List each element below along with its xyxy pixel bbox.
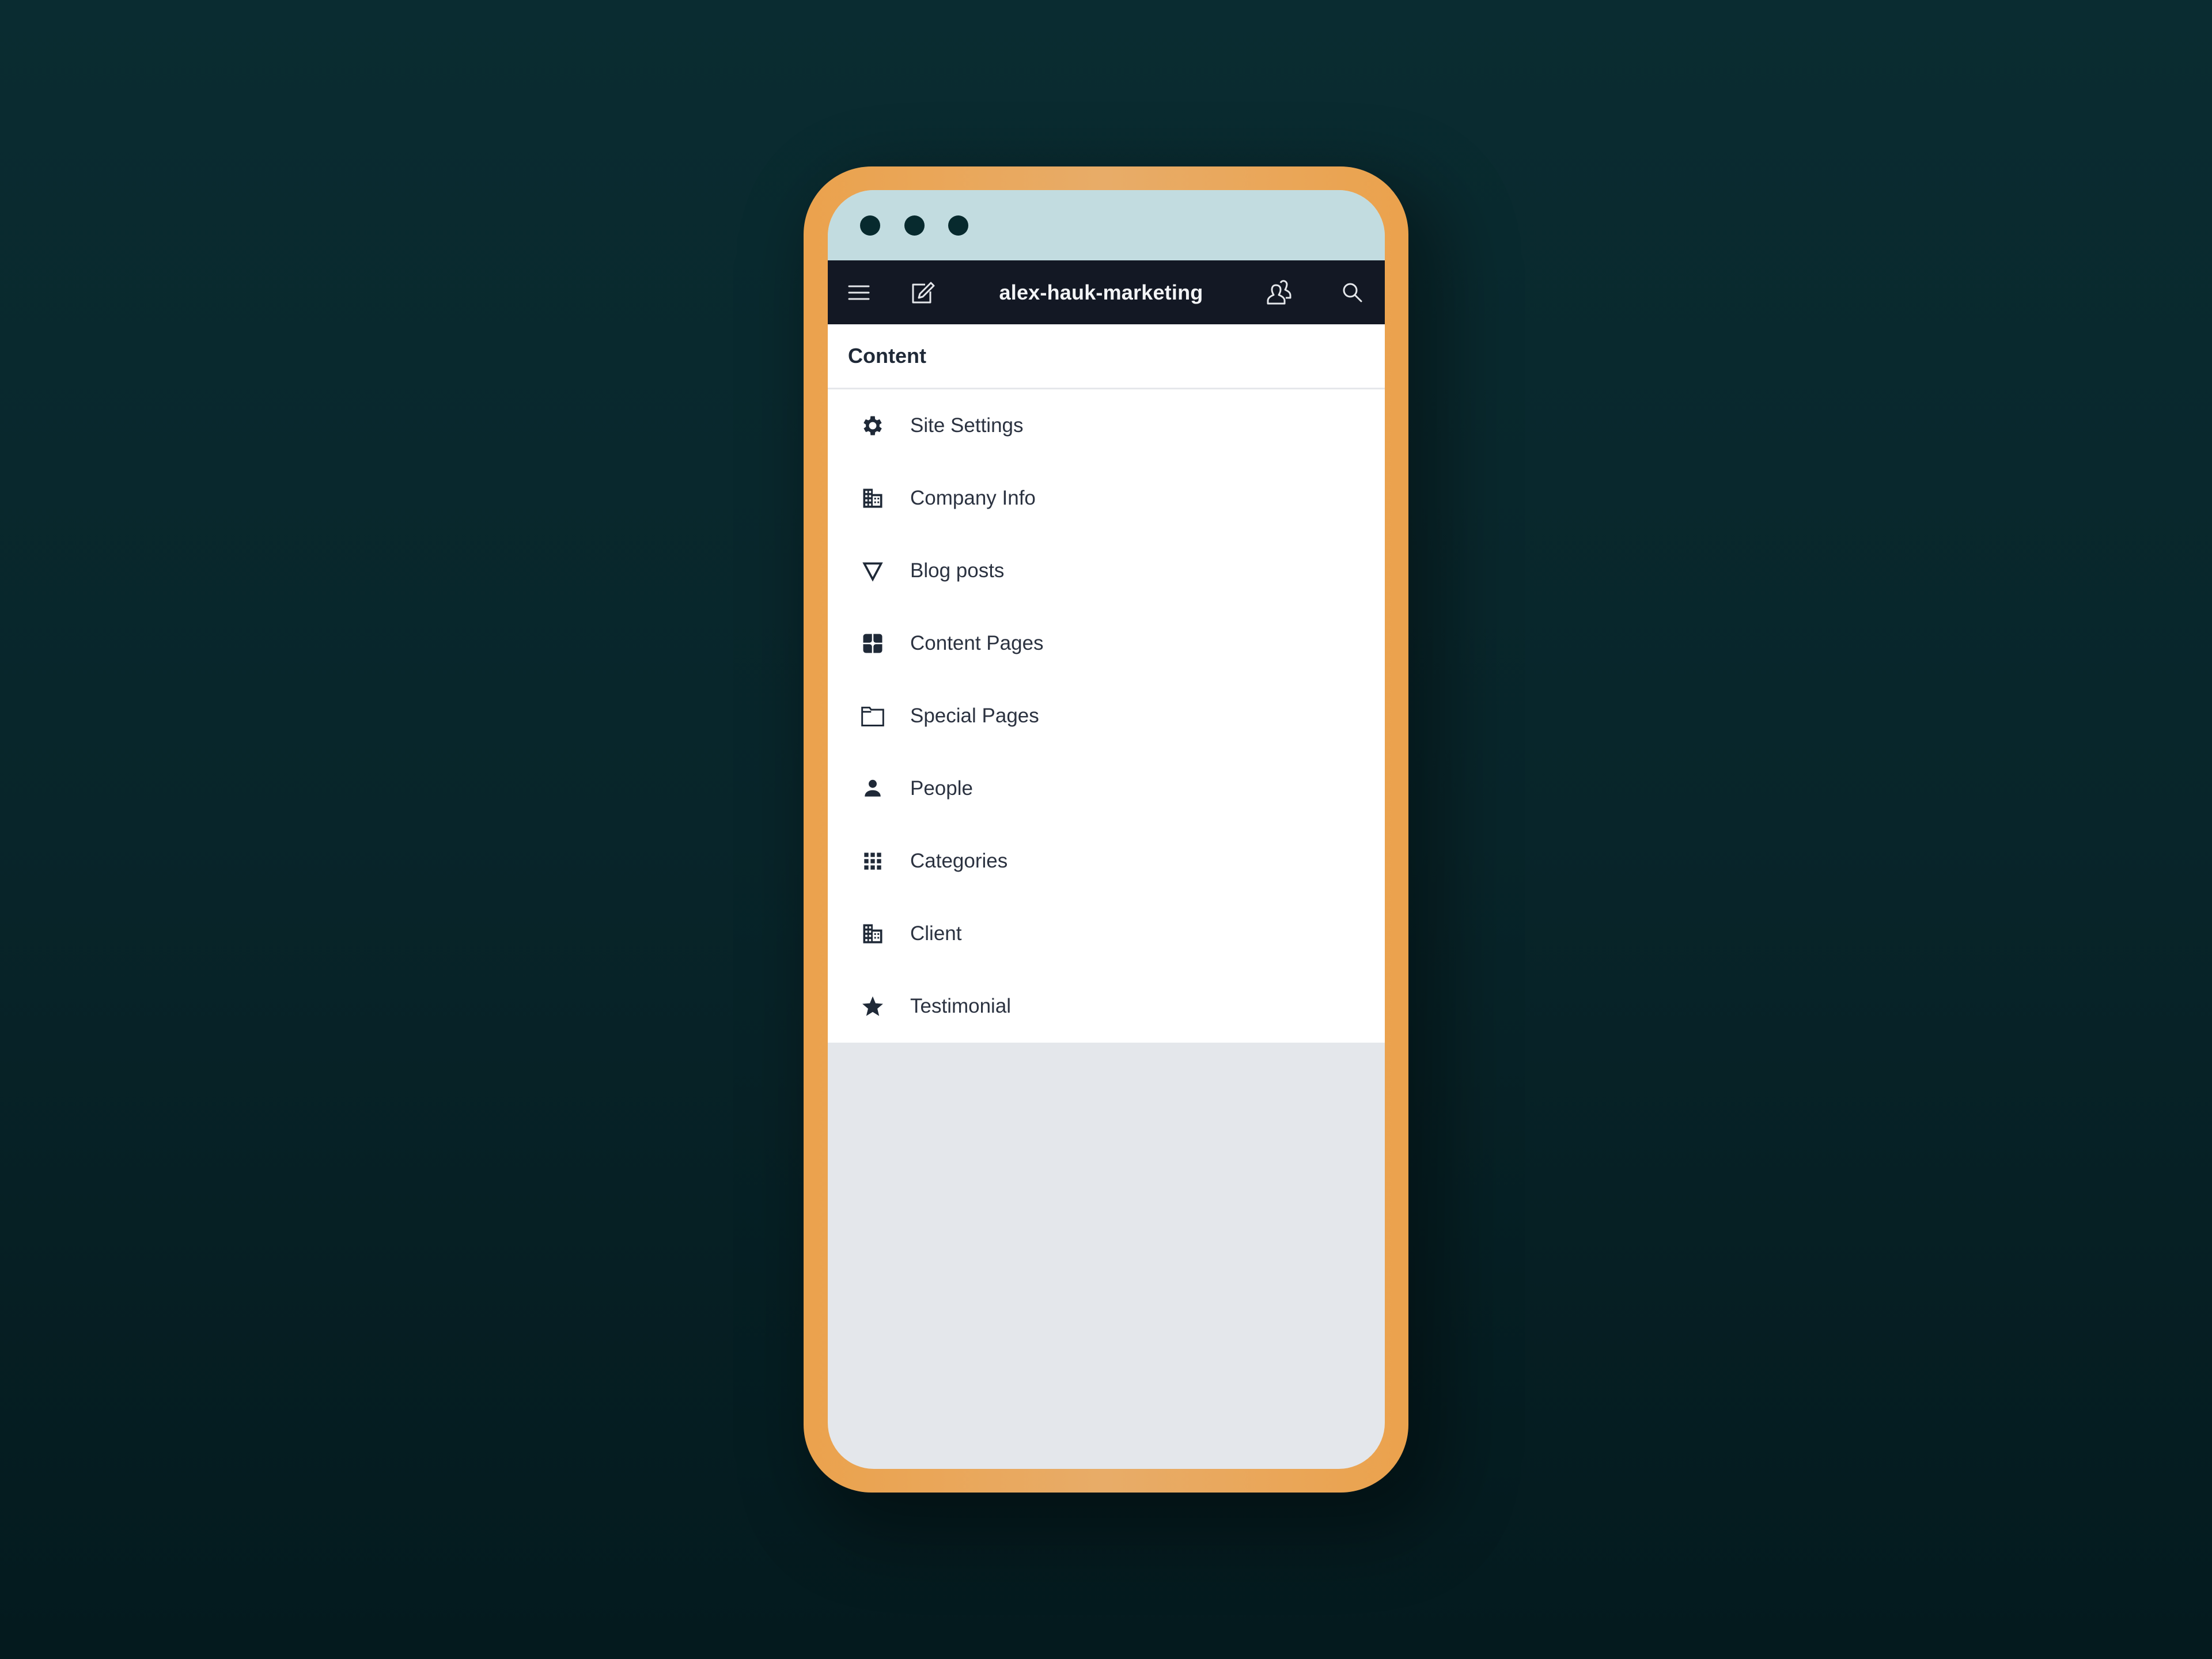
search-icon: [1343, 283, 1362, 302]
list-item-content-pages[interactable]: Content Pages: [828, 607, 1385, 680]
list-item-client[interactable]: Client: [828, 897, 1385, 970]
list-item-label: Testimonial: [910, 995, 1012, 1017]
list-item-categories[interactable]: Categories: [828, 825, 1385, 897]
list-item-label: People: [910, 777, 973, 800]
content-heading: Content: [828, 324, 1385, 389]
list-item-label: Site Settings: [910, 414, 1024, 437]
expand-square-icon: [860, 631, 885, 656]
list-item-company-info[interactable]: Company Info: [828, 462, 1385, 535]
list-item-label: Client: [910, 922, 962, 945]
window-titlebar: [828, 190, 1385, 260]
building-icon: [860, 921, 885, 946]
list-item-label: Company Info: [910, 487, 1036, 509]
building-icon: [860, 486, 885, 511]
content-list: Site Settings Company Info Blog posts Co…: [828, 389, 1385, 1043]
window-dot-3: [948, 215, 968, 236]
users-icon: [1267, 279, 1291, 304]
triangle-down-outline-icon: [860, 558, 885, 584]
gear-icon: [860, 413, 885, 438]
star-icon: [860, 994, 885, 1019]
list-item-label: Special Pages: [910, 704, 1039, 727]
grid-icon: [860, 849, 885, 874]
users-button[interactable]: [1259, 260, 1300, 324]
list-item-label: Content Pages: [910, 632, 1044, 654]
list-item-site-settings[interactable]: Site Settings: [828, 389, 1385, 462]
list-item-testimonial[interactable]: Testimonial: [828, 970, 1385, 1043]
person-icon: [860, 776, 885, 801]
window-dot-1: [860, 215, 880, 236]
app-screen: alex-hauk-marketing Content Site Setting…: [828, 190, 1385, 1469]
list-item-label: Categories: [910, 850, 1008, 872]
list-item-special-pages[interactable]: Special Pages: [828, 680, 1385, 752]
search-button[interactable]: [1332, 260, 1373, 324]
top-nav-bar: alex-hauk-marketing: [828, 260, 1385, 324]
list-item-label: Blog posts: [910, 559, 1005, 582]
window-dot-2: [904, 215, 925, 236]
list-item-people[interactable]: People: [828, 752, 1385, 825]
list-item-blog-posts[interactable]: Blog posts: [828, 535, 1385, 607]
folder-outline-icon: [860, 703, 885, 729]
device-frame: alex-hauk-marketing Content Site Setting…: [804, 166, 1408, 1493]
site-title: alex-hauk-marketing: [999, 281, 1203, 304]
content-panel: Content Site Settings Company Info Blog …: [828, 324, 1385, 1043]
